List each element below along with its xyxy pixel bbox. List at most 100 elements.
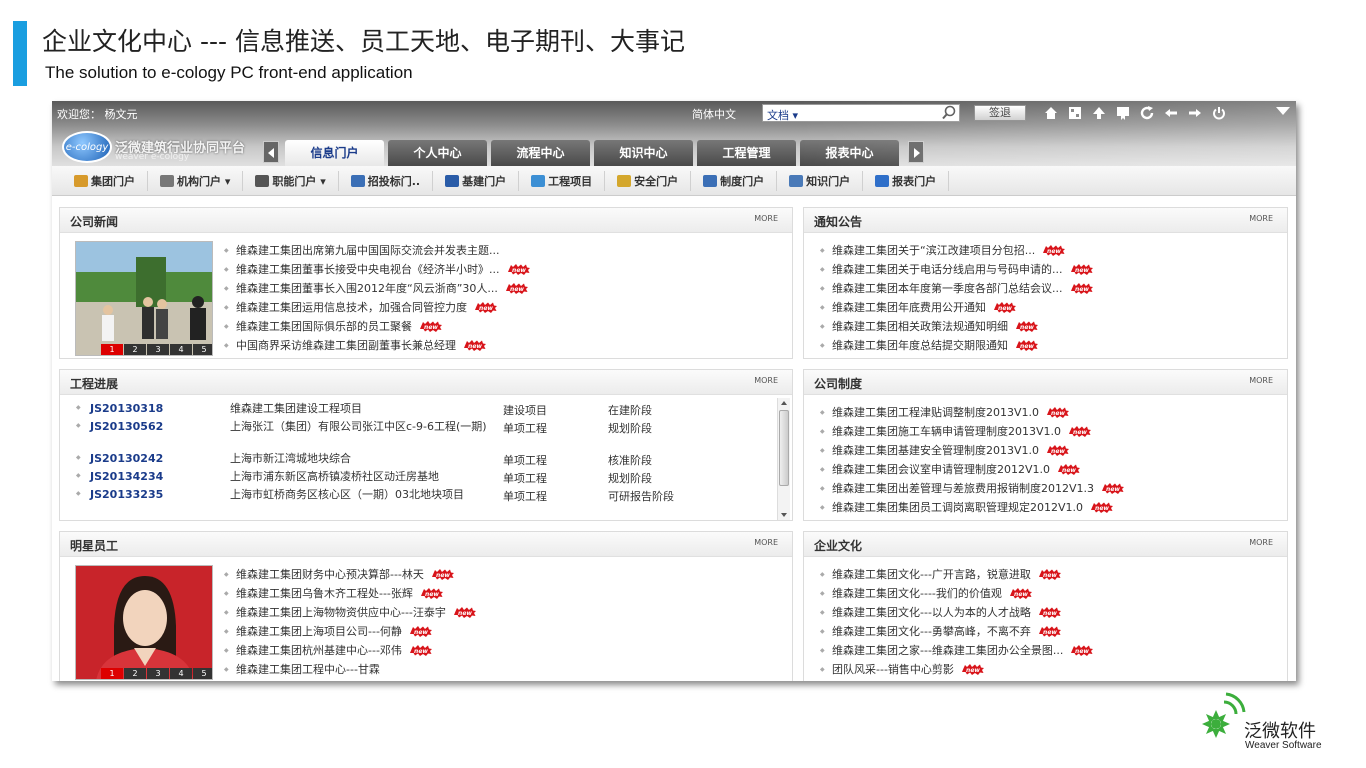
weaver-logo-icon xyxy=(1202,692,1246,738)
photo-page-button[interactable]: 2 xyxy=(124,344,146,355)
project-name: 上海市新江湾城地块综合 xyxy=(230,452,351,465)
sub-nav-item[interactable]: 工程项目 xyxy=(519,170,606,191)
sub-nav-item[interactable]: 基建门户 xyxy=(433,170,520,191)
more-link[interactable]: MORE xyxy=(1249,538,1273,547)
sub-nav-item[interactable]: 制度门户 xyxy=(691,170,778,191)
sub-nav-item[interactable]: 知识门户 xyxy=(777,170,864,191)
more-link[interactable]: MORE xyxy=(754,538,778,547)
main-tab[interactable]: 个人中心 xyxy=(388,140,487,166)
photo-page-button[interactable]: 4 xyxy=(170,668,192,679)
photo-page-button[interactable]: 1 xyxy=(101,344,123,355)
list-item[interactable]: 维森建工集团集团员工调岗离职管理规定2012V1.0 new xyxy=(818,498,1124,517)
collapse-icon[interactable] xyxy=(1276,107,1290,115)
main-tab[interactable]: 报表中心 xyxy=(800,140,899,166)
new-badge-icon: new xyxy=(1009,588,1032,599)
list-item[interactable]: 团队风采---销售中心剪影 new xyxy=(818,660,1093,679)
search-icon[interactable] xyxy=(941,105,957,121)
power-icon[interactable] xyxy=(1210,105,1228,121)
news-photo[interactable]: 12345 xyxy=(75,241,213,356)
list-item[interactable]: 维森建工集团施工车辆申请管理制度2013V1.0 new xyxy=(818,422,1124,441)
search-type-select[interactable]: 文档 ▾ xyxy=(767,107,798,123)
list-item[interactable]: 维森建工集团出差管理与差旅费用报销制度2012V1.3 new xyxy=(818,479,1125,498)
new-badge-icon: new xyxy=(507,264,530,275)
list-item[interactable]: 维森建工集团关于“滨江改建项目分包招... new xyxy=(818,241,1093,260)
scroll-down-arrow[interactable] xyxy=(781,513,787,517)
forward-icon[interactable] xyxy=(1186,105,1204,121)
list-item[interactable]: 维森建工集团本年度第一季度各部门总结会议... new xyxy=(818,279,1093,298)
back-icon[interactable] xyxy=(1162,105,1180,121)
list-item[interactable]: 维森建工集团会议室申请管理制度2012V1.0 new xyxy=(818,460,1124,479)
list-item[interactable]: 维森建工集团文化---以人为本的人才战略 new xyxy=(818,603,1093,622)
list-item[interactable]: 维森建工集团出席第九届中国国际交流会并发表主题... xyxy=(222,241,530,260)
bookmark-icon[interactable] xyxy=(1114,105,1132,121)
layout-icon[interactable] xyxy=(1066,105,1084,121)
more-link[interactable]: MORE xyxy=(754,214,778,223)
list-item[interactable]: 维森建工集团国际俱乐部的员工聚餐 new xyxy=(222,317,530,336)
more-link[interactable]: MORE xyxy=(754,376,778,385)
list-item[interactable]: 维森建工集团文化----我们的价值观 new xyxy=(818,584,1093,603)
list-item[interactable]: 维森建工集团上海项目公司---何静 new xyxy=(222,622,476,641)
main-tab[interactable]: 知识中心 xyxy=(594,140,693,166)
list-item[interactable]: 维森建工集团工程中心---甘霖 xyxy=(222,660,476,679)
list-item[interactable]: 维森建工集团财务中心预决算部---林天 new xyxy=(222,565,476,584)
list-item[interactable]: 维森建工集团杭州基建中心---邓伟 new xyxy=(222,641,476,660)
project-type: 建设项目 xyxy=(503,404,547,417)
scroll-up-arrow[interactable] xyxy=(781,401,787,405)
photo-page-button[interactable]: 1 xyxy=(101,668,123,679)
list-item[interactable]: 维森建工集团上海物物资供应中心---汪泰宇 new xyxy=(222,603,476,622)
refresh-icon[interactable] xyxy=(1138,105,1156,121)
list-item[interactable]: 维森建工集团运用信息技术，加强合同管控力度 new xyxy=(222,298,530,317)
upload-icon[interactable] xyxy=(1090,105,1108,121)
project-code-link[interactable]: JS20134234 xyxy=(90,470,163,483)
photo-page-button[interactable]: 3 xyxy=(147,668,169,679)
tab-scroll-left-button[interactable] xyxy=(263,141,279,163)
staff-photo[interactable]: 12345 xyxy=(75,565,213,680)
more-link[interactable]: MORE xyxy=(1249,214,1273,223)
sub-nav-item[interactable]: 职能门户 ▾ xyxy=(243,170,339,191)
list-item[interactable]: 维森建工集团年度总结提交期限通知 new xyxy=(818,336,1093,355)
list-item[interactable]: 维森建工集团关于电话分线启用与号码申请的... new xyxy=(818,260,1093,279)
home-icon[interactable] xyxy=(1042,105,1060,121)
list-item-text: 维森建工集团年底费用公开通知 xyxy=(832,301,986,314)
photo-page-button[interactable]: 3 xyxy=(147,344,169,355)
sub-nav-item[interactable]: 报表门户 xyxy=(863,170,950,191)
list-item[interactable]: 维森建工集团董事长入围2012年度“风云浙商”30人... new xyxy=(222,279,530,298)
main-tab[interactable]: 流程中心 xyxy=(491,140,590,166)
project-code-link[interactable]: JS20130562 xyxy=(90,420,163,433)
list-item[interactable]: 维森建工集团相关政策法规通知明细 new xyxy=(818,317,1093,336)
list-item[interactable]: 维森建工集团文化---广开言路，锐意进取 new xyxy=(818,565,1093,584)
project-scrollbar[interactable] xyxy=(777,398,790,520)
list-item[interactable]: 维森建工集团年底费用公开通知 new xyxy=(818,298,1093,317)
photo-page-button[interactable]: 5 xyxy=(193,668,212,679)
slide-subtitle: The solution to e-cology PC front-end ap… xyxy=(45,63,413,82)
photo-page-button[interactable]: 2 xyxy=(124,668,146,679)
list-item[interactable]: 维森建工集团文化---勇攀高峰，不离不弃 new xyxy=(818,622,1093,641)
list-item[interactable]: 维森建工集团董事长接受中央电视台《经济半小时》... new xyxy=(222,260,530,279)
language-selector[interactable]: 简体中文 xyxy=(692,106,736,122)
sub-nav-item[interactable]: 集团门户 xyxy=(62,170,148,191)
photo-page-button[interactable]: 5 xyxy=(193,344,212,355)
project-code-link[interactable]: JS20130242 xyxy=(90,452,163,465)
list-item[interactable]: 维森建工集团基建安全管理制度2013V1.0 new xyxy=(818,441,1124,460)
logout-button[interactable]: 签退 xyxy=(974,105,1026,121)
project-code-link[interactable]: JS20130318 xyxy=(90,402,163,415)
sub-nav-item[interactable]: 招投标门.. xyxy=(339,170,434,191)
sub-nav-item[interactable]: 安全门户 xyxy=(605,170,692,191)
new-badge-icon: new xyxy=(464,340,486,351)
project-code-link[interactable]: JS20133235 xyxy=(90,488,163,501)
sub-nav-item[interactable]: 机构门户 ▾ xyxy=(148,170,244,191)
list-item[interactable]: 维森建工集团之家---维森建工集团办公全景图... new xyxy=(818,641,1094,660)
scroll-thumb[interactable] xyxy=(779,410,789,486)
main-tab[interactable]: 工程管理 xyxy=(697,140,796,166)
list-item[interactable]: 维森建工集团乌鲁木齐工程处---张辉 new xyxy=(222,584,476,603)
new-badge-icon: new xyxy=(1069,426,1092,437)
project-progress-panel: 工程进展 MORE JS20130318 维森建工集团建设工程项目 建设项目 在建阶段… xyxy=(59,369,793,521)
new-badge-icon: new xyxy=(1043,245,1066,256)
search-box[interactable]: 文档 ▾ xyxy=(762,104,960,122)
tab-scroll-right-button[interactable] xyxy=(908,141,924,163)
list-item[interactable]: 维森建工集团工程津贴调整制度2013V1.0 new xyxy=(818,403,1124,422)
photo-page-button[interactable]: 4 xyxy=(170,344,192,355)
main-tab[interactable]: 信息门户 xyxy=(285,140,384,166)
more-link[interactable]: MORE xyxy=(1249,376,1273,385)
list-item[interactable]: 中国商界采访维森建工集团副董事长兼总经理 new xyxy=(222,336,530,355)
